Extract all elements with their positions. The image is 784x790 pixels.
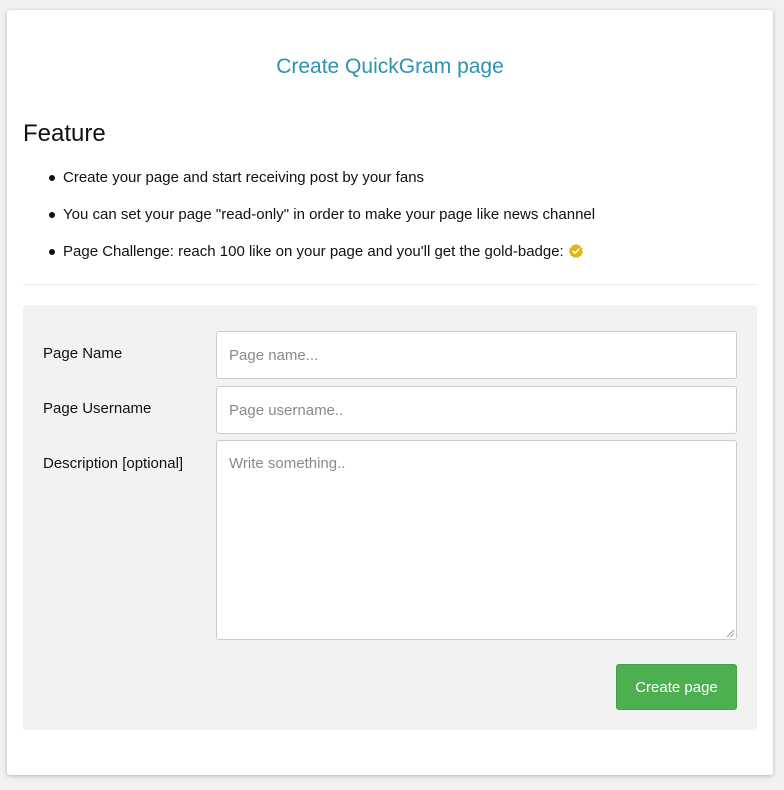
feature-item: You can set your page "read-only" in ord… [49, 205, 595, 242]
description-textarea[interactable] [216, 440, 737, 640]
feature-item: Create your page and start receiving pos… [49, 168, 595, 205]
feature-heading: Feature [23, 120, 106, 147]
page-name-label: Page Name [43, 345, 123, 362]
create-page-form: Page Name Page Username Description [opt… [23, 305, 757, 730]
create-page-card: Create QuickGram page Feature Create you… [7, 10, 773, 775]
feature-item-text: Create your page and start receiving pos… [63, 169, 425, 186]
page-username-input[interactable] [216, 386, 737, 434]
create-page-button[interactable]: Create page [616, 664, 737, 710]
section-divider [23, 284, 757, 285]
page-username-label: Page Username [43, 400, 152, 417]
page-name-input[interactable] [216, 331, 737, 379]
feature-item-text: You can set your page "read-only" in ord… [63, 206, 596, 223]
description-label: Description [optional] [43, 455, 184, 472]
resize-grip-icon[interactable] [726, 629, 735, 638]
gold-badge-icon [568, 243, 583, 258]
page-title: Create QuickGram page [276, 55, 504, 78]
feature-item-text: Page Challenge: reach 100 like on your p… [63, 243, 564, 260]
feature-item: Page Challenge: reach 100 like on your p… [49, 242, 595, 279]
feature-list: Create your page and start receiving pos… [49, 168, 595, 279]
